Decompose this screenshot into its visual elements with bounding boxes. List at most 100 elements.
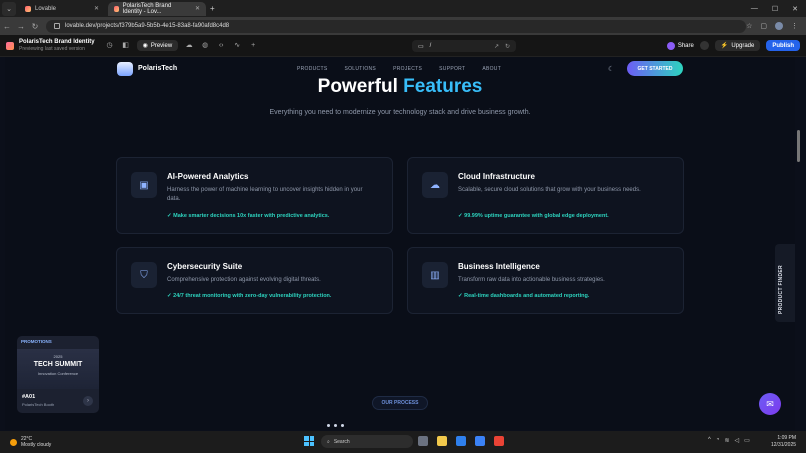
sidebar-toggle-icon[interactable]: ◧ — [121, 41, 131, 51]
feature-title: Business Intelligence — [458, 262, 540, 271]
dot-indicator[interactable] — [341, 424, 344, 427]
back-icon[interactable]: ← — [0, 22, 14, 31]
network-icon[interactable]: ◔ — [716, 437, 720, 444]
refresh-icon[interactable]: ↻ — [505, 43, 510, 50]
palette-icon[interactable]: ◍ — [200, 41, 210, 51]
weather-widget[interactable]: 22°C Mostly cloudy — [10, 436, 51, 448]
reload-icon[interactable]: ↻ — [28, 22, 42, 31]
upgrade-button[interactable]: ⚡ Upgrade — [714, 40, 761, 51]
url-field[interactable]: lovable.dev/projects/f379b5a9-5b5b-4e15-… — [46, 19, 746, 33]
time: 1:09 PM — [777, 435, 797, 441]
promo-banner: 2025 TECH SUMMIT Innovation Conference — [17, 349, 99, 389]
taskbar-search[interactable]: ⌕ Search — [321, 435, 413, 448]
carousel-dots — [327, 424, 344, 427]
new-tab-button[interactable]: + — [210, 4, 215, 13]
dot-indicator[interactable] — [327, 424, 330, 427]
vscode-icon[interactable] — [456, 436, 466, 446]
monitor-icon: ▭ — [418, 43, 424, 50]
promo-subtitle: Innovation Conference — [37, 371, 79, 376]
heading-accent: Features — [403, 76, 483, 97]
project-icon[interactable] — [6, 41, 14, 50]
windows-taskbar: 22°C Mostly cloudy ⌕ Search ^ ◔ ≋ ◁ ▭ 1:… — [0, 431, 806, 453]
taskbar-clock[interactable]: 1:09 PM 12/31/2025 — [771, 435, 796, 449]
tab-label: PolarisTech Brand Identity - Lov... — [122, 2, 172, 15]
close-icon[interactable]: ✕ — [94, 5, 99, 12]
brand-name[interactable]: PolarisTech — [138, 65, 177, 72]
site-preview: PolarisTech PRODUCTS SOLUTIONS PROJECTS … — [5, 57, 795, 430]
site-nav-links: PRODUCTS SOLUTIONS PROJECTS SUPPORT ABOU… — [297, 66, 501, 72]
promotion-card[interactable]: PROMOTIONS 2025 TECH SUMMIT Innovation C… — [17, 336, 99, 413]
feature-description: Comprehensive protection against evolvin… — [167, 277, 321, 283]
analytics-icon[interactable]: ∿ — [232, 41, 242, 51]
lovable-favicon — [114, 5, 119, 12]
menu-kebab-icon[interactable]: ⋮ — [791, 22, 798, 30]
lightning-icon: ⚡ — [720, 43, 729, 49]
nav-projects[interactable]: PROJECTS — [393, 66, 422, 72]
window-controls: — ☐ ✕ — [751, 5, 806, 13]
open-external-icon[interactable]: ↗ — [494, 43, 499, 50]
address-bar-actions: ☆ ▢ ⋮ — [746, 22, 806, 30]
project-meta[interactable]: PolarisTech Brand Identity Previewing la… — [19, 39, 95, 53]
feature-description: Scalable, secure cloud solutions that gr… — [458, 187, 641, 193]
nav-solutions[interactable]: SOLUTIONS — [344, 66, 376, 72]
feature-description: Transform raw data into actionable busin… — [458, 277, 605, 283]
forward-icon[interactable]: → — [14, 22, 28, 31]
maximize-icon[interactable]: ☐ — [772, 5, 778, 13]
task-view-icon[interactable] — [418, 436, 428, 446]
our-process-pill: OUR PROCESS — [372, 396, 428, 410]
system-tray: ^ ◔ ≋ ◁ ▭ — [708, 437, 750, 444]
preview-button[interactable]: ◉ Preview — [136, 40, 179, 51]
start-windows-icon[interactable] — [304, 436, 314, 446]
feature-card-ai-analytics[interactable]: ▣ AI-Powered Analytics Harness the power… — [116, 157, 393, 234]
shield-icon: ⛉ — [131, 262, 157, 288]
publish-button[interactable]: Publish — [766, 40, 800, 51]
code-icon[interactable]: ‹› — [216, 41, 226, 51]
chevron-up-icon[interactable]: ^ — [708, 437, 711, 444]
close-window-icon[interactable]: ✕ — [792, 5, 798, 13]
feature-title: Cybersecurity Suite — [167, 262, 243, 271]
lovable-toolbar: PolarisTech Brand Identity Previewing la… — [0, 35, 806, 57]
extensions-icon[interactable]: ▢ — [760, 22, 767, 30]
get-started-button[interactable]: GET STARTED — [627, 61, 683, 76]
github-icon[interactable] — [699, 41, 709, 50]
profile-avatar[interactable] — [775, 22, 783, 30]
feature-card-business-intelligence[interactable]: ▥ Business Intelligence Transform raw da… — [407, 247, 684, 314]
url-text: lovable.dev/projects/f379b5a9-5b5b-4e15-… — [65, 23, 230, 29]
chrome-icon[interactable] — [494, 436, 504, 446]
minimize-icon[interactable]: — — [751, 5, 758, 13]
file-explorer-icon[interactable] — [437, 436, 447, 446]
chevron-right-icon[interactable]: › — [83, 396, 93, 406]
lovable-right-actions: Share ⚡ Upgrade Publish — [666, 40, 806, 51]
route-path-field[interactable]: ▭ / ↗ ↻ — [412, 40, 516, 52]
tab-polaristech[interactable]: PolarisTech Brand Identity - Lov... ✕ — [108, 1, 206, 16]
share-button[interactable]: Share — [666, 41, 694, 50]
nav-products[interactable]: PRODUCTS — [297, 66, 327, 72]
product-finder-tab[interactable]: PRODUCT FINDER — [775, 244, 795, 322]
taskbar-apps — [418, 436, 504, 446]
theme-toggle-moon-icon[interactable]: ☾ — [608, 65, 614, 73]
promo-year: 2025 — [53, 354, 63, 359]
feature-card-cloud-infrastructure[interactable]: ☁ Cloud Infrastructure Scalable, secure … — [407, 157, 684, 234]
site-info-icon[interactable] — [54, 23, 60, 29]
battery-icon[interactable]: ▭ — [744, 437, 750, 444]
project-subtitle: Previewing last saved version — [19, 45, 85, 52]
nav-support[interactable]: SUPPORT — [439, 66, 465, 72]
tab-search-icon[interactable]: ⌄ — [2, 1, 16, 16]
page-scrollbar[interactable] — [797, 130, 800, 162]
dot-indicator[interactable] — [334, 424, 337, 427]
product-finder-label: PRODUCT FINDER — [778, 265, 784, 314]
history-icon[interactable]: ◷ — [105, 41, 115, 51]
nav-about[interactable]: ABOUT — [482, 66, 501, 72]
chat-bubble-icon[interactable]: ✉ — [759, 393, 781, 415]
volume-icon[interactable]: ◁ — [734, 437, 739, 444]
preview-label: Preview — [150, 42, 173, 49]
edge-icon[interactable] — [475, 436, 485, 446]
wifi-icon[interactable]: ≋ — [724, 437, 729, 444]
bookmark-star-icon[interactable]: ☆ — [746, 22, 752, 30]
feature-card-cybersecurity[interactable]: ⛉ Cybersecurity Suite Comprehensive prot… — [116, 247, 393, 314]
close-icon[interactable]: ✕ — [195, 5, 200, 12]
tab-lovable[interactable]: Lovable ✕ — [19, 2, 105, 16]
polaristech-logo-icon[interactable] — [117, 62, 133, 76]
add-icon[interactable]: + — [248, 41, 258, 51]
cloud-icon[interactable]: ☁ — [184, 41, 194, 51]
